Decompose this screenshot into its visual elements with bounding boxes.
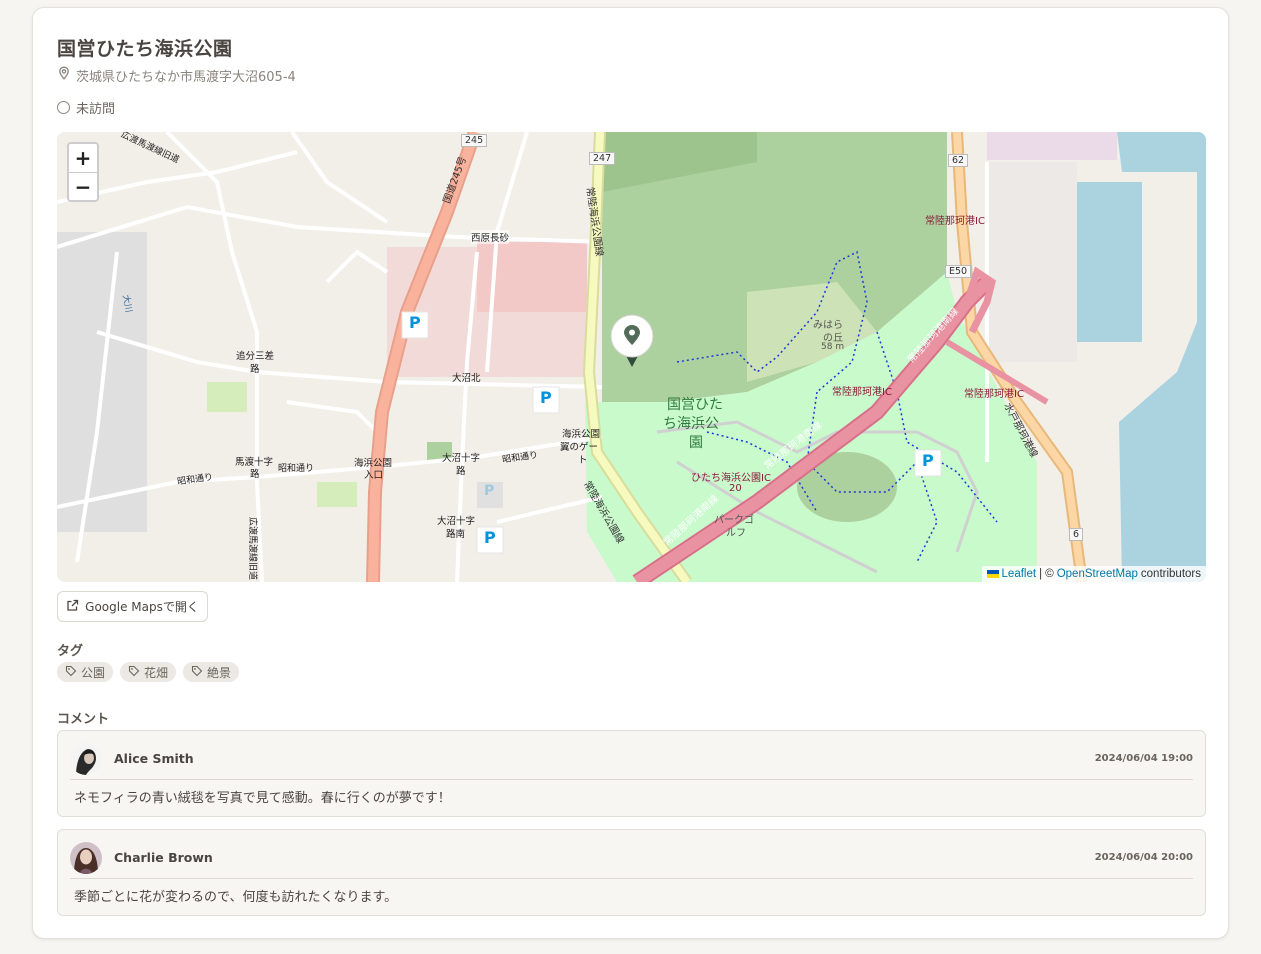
parking-label: P — [540, 388, 552, 407]
map-label-road: 昭和通り — [176, 472, 214, 488]
map-label-place: 西原長砂 — [471, 230, 510, 244]
map-label-river: 大川 — [120, 294, 134, 314]
map-label-place: 大沼十字 — [442, 453, 481, 464]
tag-icon — [65, 665, 77, 680]
google-maps-button-label: Google Mapsで開く — [85, 600, 199, 614]
map-label-road: 常陸海浜公園線 — [581, 479, 626, 546]
road-shield-247: 247 — [589, 152, 616, 165]
comment-date: 2024/06/04 19:00 — [1094, 753, 1193, 764]
road-shield-e50: E50 — [945, 265, 972, 278]
tag-label: 花畑 — [144, 665, 169, 680]
map-label-park: 国営ひた — [667, 397, 723, 413]
comment-author: Alice Smith — [114, 751, 194, 766]
tags-heading: タグ — [57, 644, 84, 659]
comment-item: Charlie Brown 2024/06/04 20:00 季節ごとに花が変わ… — [57, 829, 1206, 916]
parking-label: P — [409, 313, 421, 332]
address-text: 茨城県ひたちなか市馬渡字大沼605-4 — [76, 69, 296, 85]
visit-status[interactable]: 未訪問 — [57, 98, 116, 117]
map-label-place: 路 — [250, 364, 260, 375]
map-label-road: 広渡馬渡線旧道 — [247, 516, 258, 581]
map-label-expressway: 常陸那珂港南線 — [905, 306, 961, 366]
map-label-place: ルフ — [726, 528, 746, 539]
map-label-road: 広渡馬渡線旧道 — [119, 132, 181, 166]
external-link-icon — [66, 599, 79, 615]
map-label-ic: 常陸那珂港IC — [964, 389, 1024, 400]
map-label-road: 水戸那珂港線 — [1001, 401, 1040, 460]
map-label-road: 常陸海浜公園線 — [583, 186, 605, 258]
tag-icon — [128, 665, 140, 680]
map-label-expressway: 常陸那珂港南線 — [762, 420, 825, 472]
map-label-place: 翼のゲー — [560, 442, 599, 453]
google-maps-button[interactable]: Google Mapsで開く — [57, 591, 208, 622]
attribution-separator: | © — [1039, 568, 1054, 580]
comments-heading: コメント — [57, 712, 110, 727]
map-label-place: ト — [578, 455, 588, 466]
road-shield-62: 62 — [948, 154, 969, 167]
leaflet-link[interactable]: Leaflet — [1002, 568, 1037, 580]
avatar — [70, 743, 102, 775]
tag-chip[interactable]: 花畑 — [120, 662, 177, 682]
map-label-place: 路南 — [446, 529, 466, 540]
tag-label: 絶景 — [207, 665, 232, 680]
comment-divider — [70, 779, 1193, 780]
comment-item: Alice Smith 2024/06/04 19:00 ネモフィラの青い絨毯を… — [57, 730, 1206, 817]
page-title: 国営ひたち海浜公園 — [57, 38, 233, 60]
map-label-road: 昭和通り — [278, 464, 315, 474]
avatar — [70, 842, 102, 874]
comment-date: 2024/06/04 20:00 — [1094, 852, 1193, 863]
map-label-hill: 58 m — [821, 342, 845, 352]
location-pin-icon — [57, 66, 71, 84]
tag-label: 公園 — [81, 665, 106, 680]
osm-link[interactable]: OpenStreetMap — [1057, 568, 1138, 580]
map-label-place: 大沼十字 — [437, 516, 476, 527]
zoom-in-button[interactable]: + — [69, 144, 97, 172]
comment-body: 季節ごとに花が変わるので、何度も訪れたくなります。 — [74, 890, 398, 905]
comment-author: Charlie Brown — [114, 850, 213, 865]
road-shield-6: 6 — [1069, 528, 1084, 541]
parking-label: P — [484, 528, 496, 547]
map-label-park: ち海浜公 — [663, 416, 719, 432]
map-label-place: 海浜公園 — [562, 429, 601, 440]
map-label-ic: ひたち海浜公園IC — [691, 473, 771, 484]
attribution-contributors: contributors — [1140, 568, 1201, 580]
parking-label: P — [922, 451, 934, 470]
map-label-ic: 20 — [729, 483, 742, 494]
parking-label: P — [484, 483, 495, 499]
place-card: 国営ひたち海浜公園 茨城県ひたちなか市馬渡字大沼605-4 未訪問 国営ひた ち… — [32, 7, 1229, 939]
road-shield-245: 245 — [461, 134, 488, 147]
map-label-place: 大沼北 — [452, 373, 481, 384]
tag-chip[interactable]: 公園 — [57, 662, 114, 682]
zoom-control: + − — [67, 142, 99, 202]
map-label-place: 路 — [456, 466, 466, 477]
zoom-out-button[interactable]: − — [69, 172, 97, 200]
ukraine-flag-icon — [986, 570, 999, 578]
comment-body: ネモフィラの青い絨毯を写真で見て感動。春に行くのが夢です！ — [74, 791, 451, 806]
map-labels: 国営ひた ち海浜公 園 国道245号 常陸海浜公園線 常陸海浜公園線 常陸那珂港… — [57, 132, 1206, 582]
tag-icon — [191, 665, 203, 680]
map-label-park: 園 — [689, 435, 703, 451]
circle-icon — [57, 100, 70, 114]
address-row: 茨城県ひたちなか市馬渡字大沼605-4 — [57, 66, 296, 85]
comment-divider — [70, 878, 1193, 879]
map-label-ic: 常陸那珂港IC — [925, 216, 985, 227]
map-label-road: 昭和通り — [501, 450, 539, 466]
map-attribution: Leaflet | © OpenStreetMap contributors — [981, 566, 1206, 582]
tag-chip[interactable]: 絶景 — [183, 662, 240, 682]
map-label-place: 路 — [250, 469, 260, 480]
map-label-place: 追分三差 — [236, 351, 275, 362]
map-label-place: 入口 — [364, 470, 384, 481]
map-label-road: 国道245号 — [441, 155, 469, 206]
map-label-expressway: 常陸那珂港南線 — [661, 493, 722, 549]
visit-status-label: 未訪問 — [76, 101, 116, 117]
tag-list: 公園 花畑 絶景 — [57, 662, 240, 682]
map[interactable]: 国営ひた ち海浜公 園 国道245号 常陸海浜公園線 常陸海浜公園線 常陸那珂港… — [57, 132, 1206, 582]
map-label-ic: 常陸那珂港IC — [832, 387, 892, 398]
